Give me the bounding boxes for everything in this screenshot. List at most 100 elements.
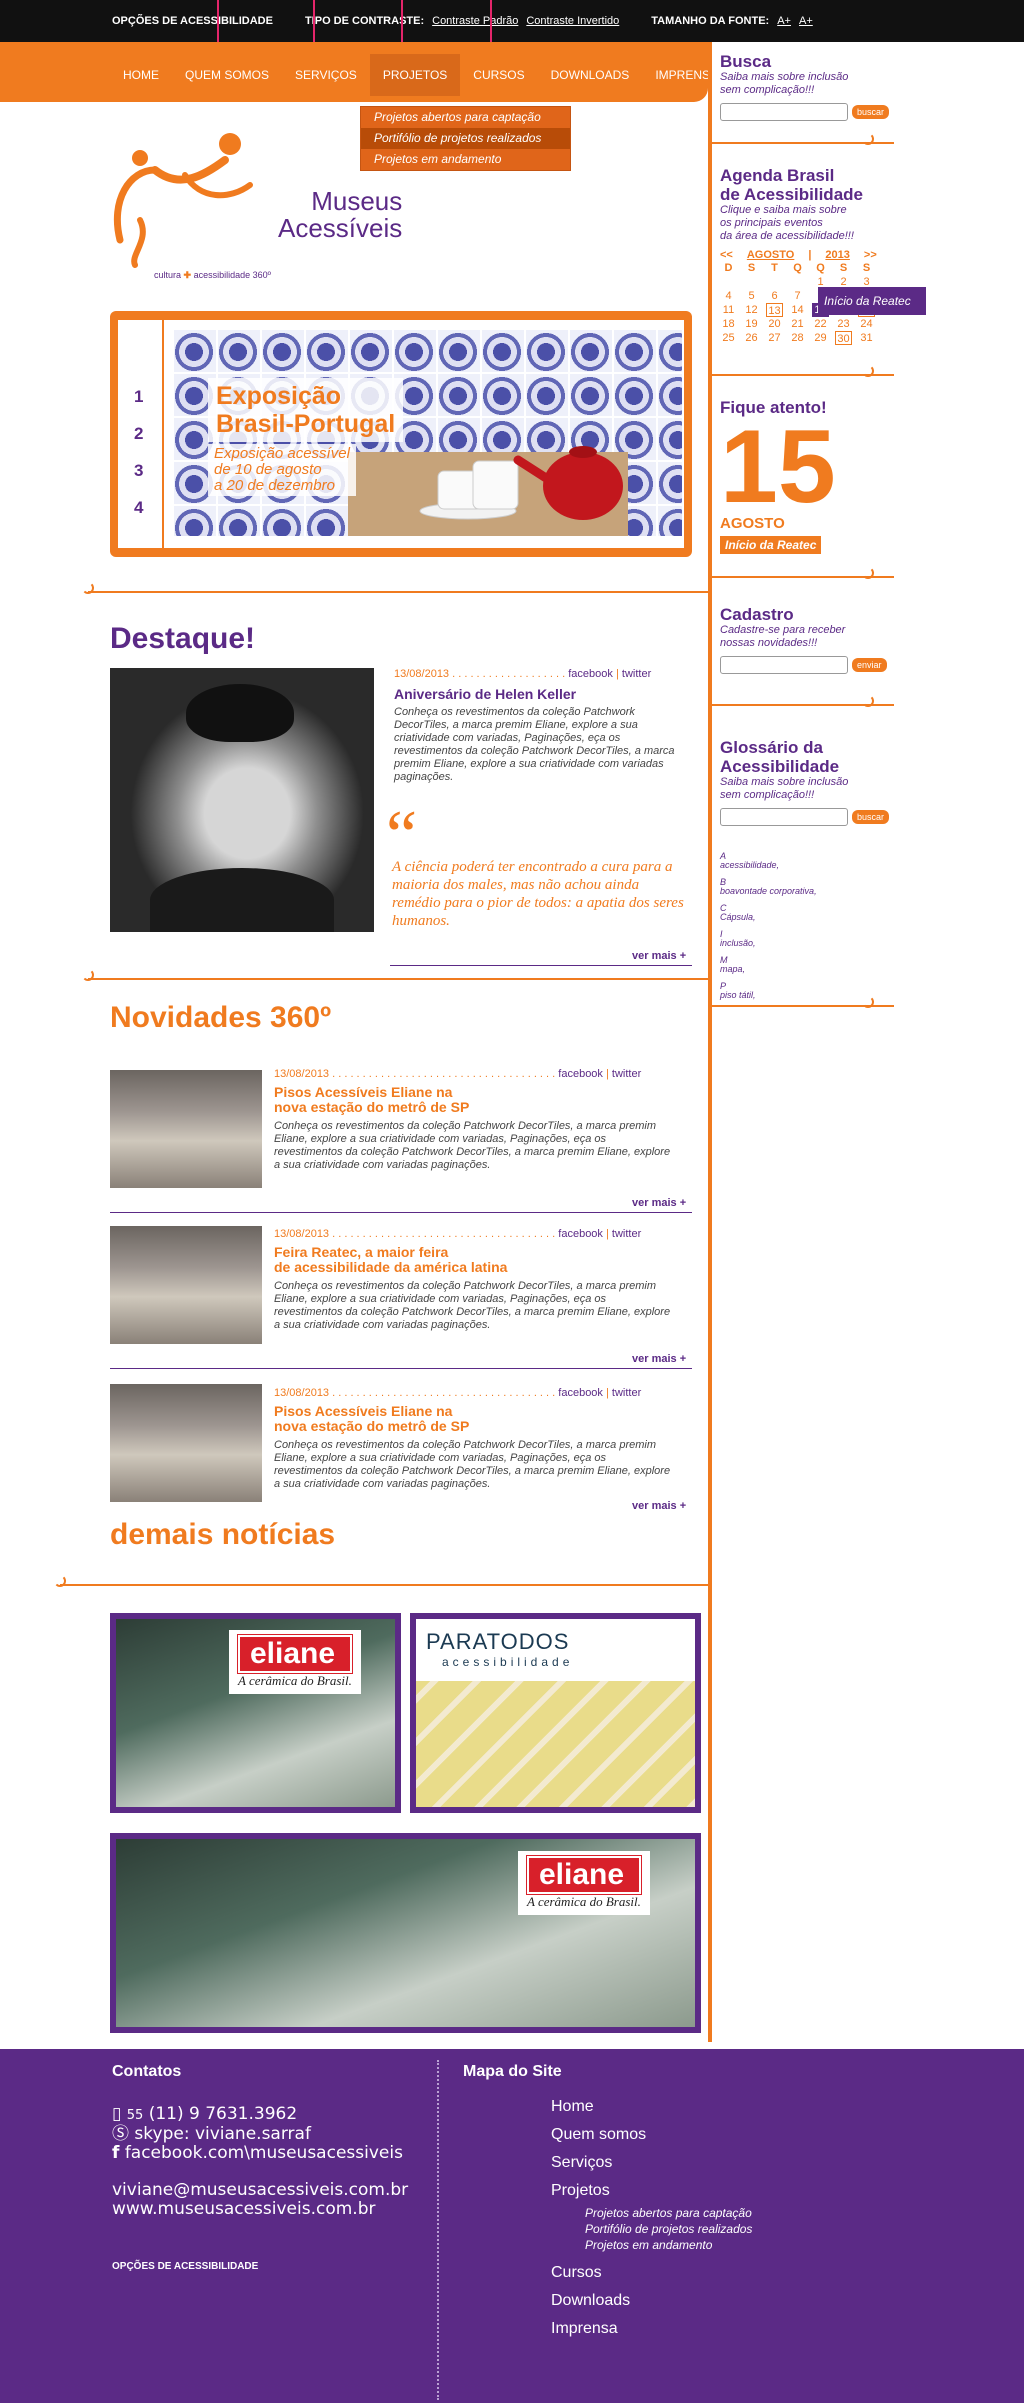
calendar-day[interactable]: 26 <box>743 331 760 345</box>
calendar-day[interactable]: 4 <box>720 289 737 303</box>
nav-cursos[interactable]: CURSOS <box>460 54 537 96</box>
news-more-link[interactable]: ver mais + <box>632 1197 686 1209</box>
font-increase-link[interactable]: A+ <box>799 15 813 27</box>
banner-slide-1[interactable]: 1 <box>134 378 143 415</box>
contrast-inverted-link[interactable]: Contraste Invertido <box>526 15 619 27</box>
calendar-day[interactable]: 6 <box>766 289 783 303</box>
calendar-day[interactable]: 5 <box>743 289 760 303</box>
demais-noticias-heading[interactable]: demais notícias <box>110 1518 335 1552</box>
footer-site[interactable]: www.museusacessiveis.com.br <box>112 2200 408 2219</box>
destaque-title[interactable]: Aniversário de Helen Keller <box>394 686 690 702</box>
calendar-day[interactable]: 18 <box>720 317 737 331</box>
news-thumbnail[interactable] <box>110 1226 262 1344</box>
sitemap-downloads[interactable]: Downloads <box>551 2287 752 2315</box>
calendar-weekday: T <box>771 262 778 274</box>
sitemap-sub-item[interactable]: Projetos abertos para captação <box>551 2205 752 2221</box>
calendar-prev[interactable]: << <box>720 249 733 261</box>
news-twitter-link[interactable]: twitter <box>612 1068 641 1080</box>
footer-skype[interactable]: Ⓢ skype: viviane.sarraf <box>112 2125 408 2144</box>
destaque-facebook-link[interactable]: facebook <box>568 668 613 680</box>
footer-accessibility-link[interactable]: OPÇÕES DE ACESSIBILIDADE <box>112 2261 258 2272</box>
news-thumbnail[interactable] <box>110 1070 262 1188</box>
calendar-day-event[interactable]: 13 <box>766 303 783 317</box>
calendar-day[interactable]: 23 <box>835 317 852 331</box>
fique-event[interactable]: Início da Reatec <box>720 536 822 554</box>
section-divider <box>54 1575 708 1587</box>
calendar-day[interactable]: 28 <box>789 331 806 345</box>
news-twitter-link[interactable]: twitter <box>612 1228 641 1240</box>
news-facebook-link[interactable]: facebook <box>558 1387 603 1399</box>
sitemap-sub-item[interactable]: Projetos em andamento <box>551 2237 752 2253</box>
nav-downloads[interactable]: DOWNLOADS <box>538 54 643 96</box>
glossario-search-input[interactable] <box>720 808 848 826</box>
calendar-next[interactable]: >> <box>864 249 877 261</box>
exhibition-banner[interactable]: 1 2 3 4 Exposição Brasil-Portugal Exposi… <box>110 311 692 557</box>
nav-home[interactable]: HOME <box>110 54 172 96</box>
news-twitter-link[interactable]: twitter <box>612 1387 641 1399</box>
calendar-day[interactable]: 22 <box>812 317 829 331</box>
news-title[interactable]: Pisos Acessíveis Eliane na nova estação d… <box>274 1085 694 1115</box>
glossary-entry[interactable]: C Cápsula, <box>720 904 890 922</box>
search-input[interactable] <box>720 103 848 121</box>
calendar-day[interactable]: 31 <box>858 331 875 345</box>
contrast-standard-link[interactable]: Contraste Padrão <box>432 15 518 27</box>
calendar-day[interactable]: 12 <box>743 303 760 317</box>
calendar-day-event[interactable]: 30 <box>835 331 852 345</box>
search-button[interactable]: buscar <box>852 105 890 119</box>
glossary-entry[interactable]: Mmapa, <box>720 956 890 974</box>
nav-projetos[interactable]: PROJETOS <box>369 54 461 96</box>
banner-slide-4[interactable]: 4 <box>134 489 143 526</box>
destaque-more-link[interactable]: ver mais + <box>632 950 686 962</box>
calendar-day[interactable]: 19 <box>743 317 760 331</box>
news-thumbnail[interactable] <box>110 1384 262 1502</box>
nav-imprensa[interactable]: IMPRENSA <box>642 54 731 96</box>
news-facebook-link[interactable]: facebook <box>558 1228 603 1240</box>
accessibility-options-link[interactable]: OPÇÕES DE ACESSIBILIDADE <box>112 15 273 27</box>
glossary-entry[interactable]: Iinclusão, <box>720 930 890 948</box>
calendar-day[interactable]: 29 <box>812 331 829 345</box>
glossary-entry[interactable]: Bboavontade corporativa, <box>720 878 890 896</box>
calendar-day[interactable]: 27 <box>766 331 783 345</box>
news-title[interactable]: Pisos Acessíveis Eliane na nova estação d… <box>274 1404 694 1434</box>
nav-quem-somos[interactable]: QUEM SOMOS <box>172 54 282 96</box>
calendar-weekday: Q <box>816 262 825 274</box>
agenda-sub-3: da área de acessibilidade!!! <box>720 230 854 242</box>
sitemap-servicos[interactable]: Serviços <box>551 2149 752 2177</box>
news-facebook-link[interactable]: facebook <box>558 1068 603 1080</box>
news-title[interactable]: Feira Reatec, a maior feira de acessibili… <box>274 1245 694 1275</box>
news-more-link[interactable]: ver mais + <box>632 1500 686 1512</box>
nav-servicos[interactable]: SERVIÇOS <box>282 54 370 96</box>
calendar-day[interactable]: 25 <box>720 331 737 345</box>
sitemap-quem-somos[interactable]: Quem somos <box>551 2121 752 2149</box>
sitemap-sub-item[interactable]: Portifólio de projetos realizados <box>551 2221 752 2237</box>
glossario-search-button[interactable]: buscar <box>852 810 890 824</box>
sitemap-home[interactable]: Home <box>551 2093 752 2121</box>
calendar-day[interactable]: 20 <box>766 317 783 331</box>
calendar-day[interactable]: 24 <box>858 317 875 331</box>
calendar-day[interactable]: 11 <box>720 303 737 317</box>
agenda-sub-2: os principais eventos <box>720 217 823 229</box>
cadastro-submit-button[interactable]: enviar <box>852 658 887 672</box>
font-decrease-link[interactable]: A+ <box>777 15 791 27</box>
glossary-entry[interactable]: Aacessibilidade, <box>720 852 890 870</box>
footer-email[interactable]: viviane@museusacessiveis.com.br <box>112 2181 408 2200</box>
site-logo[interactable]: Museus Acessíveis cultura ✚ acessibilida… <box>110 130 410 290</box>
sitemap-imprensa[interactable]: Imprensa <box>551 2315 752 2343</box>
eliane-ad[interactable]: eliane A cerâmica do Brasil. <box>110 1613 401 1813</box>
banner-slide-3[interactable]: 3 <box>134 452 143 489</box>
dropdown-item[interactable]: Projetos abertos para captação <box>361 107 570 128</box>
paratodos-ad[interactable]: PARATODOS acessibilidade <box>410 1613 701 1813</box>
calendar-day[interactable]: 21 <box>789 317 806 331</box>
search-sub-1: Saiba mais sobre inclusão <box>720 71 849 83</box>
eliane-banner-ad[interactable]: eliane A cerâmica do Brasil. <box>110 1833 701 2033</box>
footer-facebook[interactable]: f facebook.com\museusacessiveis <box>112 2144 408 2163</box>
sitemap-cursos[interactable]: Cursos <box>551 2259 752 2287</box>
banner-slide-2[interactable]: 2 <box>134 415 143 452</box>
cadastro-email-input[interactable] <box>720 656 848 674</box>
destaque-twitter-link[interactable]: twitter <box>622 668 651 680</box>
banner-subtitle: Exposição acessível de 10 de agosto a 20… <box>208 444 356 496</box>
calendar-day[interactable]: 14 <box>789 303 806 317</box>
sitemap-projetos[interactable]: Projetos <box>551 2177 752 2205</box>
news-more-link[interactable]: ver mais + <box>632 1353 686 1365</box>
calendar-day[interactable]: 7 <box>789 289 806 303</box>
